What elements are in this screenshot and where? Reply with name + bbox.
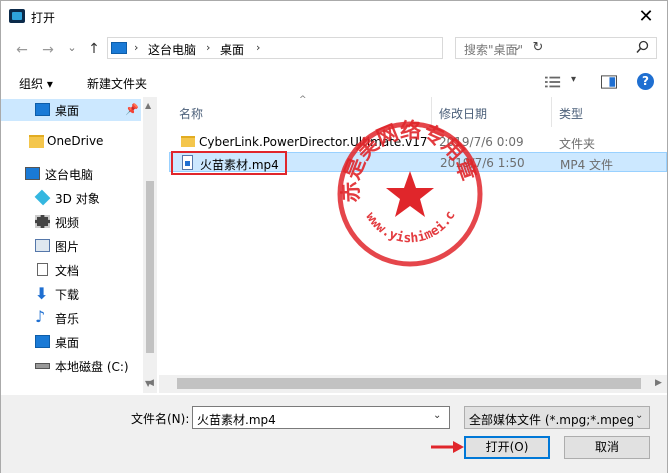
column-divider[interactable]	[551, 97, 552, 127]
horizontal-scrollbar-thumb[interactable]	[177, 378, 641, 389]
recent-locations-icon[interactable]: ⌄	[63, 39, 81, 57]
chevron-down-icon[interactable]: ⌄	[635, 410, 643, 421]
chevron-right-icon: ›	[256, 41, 261, 54]
app-icon	[9, 9, 25, 23]
documents-icon	[37, 263, 48, 276]
view-options-icon[interactable]	[545, 75, 561, 89]
music-icon: ♪	[35, 307, 46, 326]
forward-arrow-icon[interactable]: →	[39, 41, 57, 59]
open-file-dialog: 打开 ✕ ← → ⌄ ↑ › 这台电脑 › 桌面 › ⌄ ↻ 搜索"桌面" 组织…	[0, 0, 668, 473]
sidebar-item-desktop-quick[interactable]: 桌面 📌	[1, 99, 141, 121]
desktop-icon	[35, 103, 50, 116]
new-folder-button[interactable]: 新建文件夹	[87, 75, 147, 92]
sidebar-item-downloads[interactable]: ⬇ 下载	[1, 283, 141, 305]
sidebar-item-label: 3D 对象	[55, 192, 100, 206]
sidebar-item-label: 文档	[55, 264, 80, 278]
open-button[interactable]: 打开(O)	[464, 436, 550, 459]
scroll-right-icon[interactable]: ▶	[655, 378, 662, 388]
chevron-right-icon: ›	[206, 41, 211, 54]
window-title: 打开	[31, 11, 56, 25]
filename-label: 文件名(N):	[131, 412, 190, 426]
folder-icon	[181, 136, 195, 147]
drive-icon	[35, 363, 50, 369]
chevron-down-icon[interactable]: ⌄	[433, 410, 441, 421]
address-bar[interactable]: › 这台电脑 › 桌面 › ⌄ ↻	[107, 37, 543, 59]
sidebar-item-label: 桌面	[55, 104, 80, 118]
file-type: 文件夹	[559, 137, 596, 151]
sidebar-item-this-pc[interactable]: 这台电脑	[1, 163, 141, 185]
sidebar-item-label: 桌面	[55, 336, 80, 350]
breadcrumb-desktop[interactable]: 桌面	[220, 41, 244, 58]
column-header-name[interactable]: 名称	[179, 105, 203, 122]
sidebar-item-label: 音乐	[55, 312, 80, 326]
filetype-select[interactable]: 全部媒体文件 (*.mpg;*.mpeg; ⌄	[464, 406, 650, 429]
up-arrow-icon[interactable]: ↑	[85, 40, 103, 58]
title-bar: 打开 ✕	[1, 1, 667, 33]
sidebar-item-label: 视频	[55, 216, 80, 230]
desktop-icon	[35, 335, 50, 348]
breadcrumb-this-pc[interactable]: 这台电脑	[148, 41, 196, 58]
column-header-type[interactable]: 类型	[559, 105, 583, 122]
sidebar-scrollbar-thumb[interactable]	[146, 181, 154, 353]
search-placeholder: 搜索"桌面"	[464, 43, 524, 57]
3d-objects-icon	[34, 189, 51, 206]
sidebar-item-documents[interactable]: 文档	[1, 259, 141, 281]
sidebar-item-label: 这台电脑	[45, 168, 94, 182]
filename-value: 火苗素材.mp4	[197, 413, 276, 427]
preview-pane-icon[interactable]	[601, 75, 617, 89]
cancel-button[interactable]: 取消	[564, 436, 650, 459]
close-icon[interactable]: ✕	[629, 5, 663, 29]
sidebar-item-label: 图片	[55, 240, 80, 254]
sidebar-item-label: 本地磁盘 (C:)	[55, 360, 129, 374]
organize-menu[interactable]: 组织 ▾	[19, 75, 53, 92]
sort-ascending-icon: ^	[299, 95, 307, 105]
red-seal-stamp: 赤是美网络专用章 www.yishimei.cn	[335, 119, 483, 267]
sidebar-item-pictures[interactable]: 图片	[1, 235, 141, 257]
sidebar-item-local-disk[interactable]: 本地磁盘 (C:)	[1, 355, 141, 377]
pin-icon[interactable]: 📌	[125, 103, 139, 116]
computer-icon	[25, 167, 40, 180]
sidebar-item-3d-objects[interactable]: 3D 对象	[1, 187, 141, 209]
chevron-down-icon[interactable]: ▾	[571, 74, 576, 85]
sidebar-item-desktop[interactable]: 桌面	[1, 331, 141, 353]
highlight-box	[171, 151, 287, 175]
scroll-left-icon[interactable]: ◀	[147, 378, 154, 388]
filename-input[interactable]: 火苗素材.mp4 ⌄	[192, 406, 450, 429]
sidebar-item-onedrive[interactable]: OneDrive	[1, 131, 141, 153]
video-icon	[35, 215, 50, 228]
back-arrow-icon[interactable]: ←	[13, 41, 31, 59]
file-type: MP4 文件	[560, 158, 614, 172]
red-arrow-annotation	[431, 441, 464, 453]
chevron-right-icon: ›	[134, 41, 139, 54]
download-icon: ⬇	[35, 284, 49, 303]
search-icon	[636, 40, 649, 53]
pictures-icon	[35, 239, 50, 252]
filetype-value: 全部媒体文件 (*.mpg;*.mpeg;	[469, 413, 633, 427]
sidebar-item-label: 下载	[55, 288, 80, 302]
sidebar-item-label: OneDrive	[47, 134, 104, 148]
scroll-up-icon[interactable]: ▲	[145, 101, 151, 110]
sidebar-item-videos[interactable]: 视频	[1, 211, 141, 233]
search-input[interactable]: 搜索"桌面"	[455, 37, 657, 59]
sidebar-item-music[interactable]: ♪ 音乐	[1, 307, 141, 329]
help-icon[interactable]: ?	[637, 73, 654, 90]
folder-icon	[29, 135, 44, 148]
computer-icon	[111, 42, 127, 54]
